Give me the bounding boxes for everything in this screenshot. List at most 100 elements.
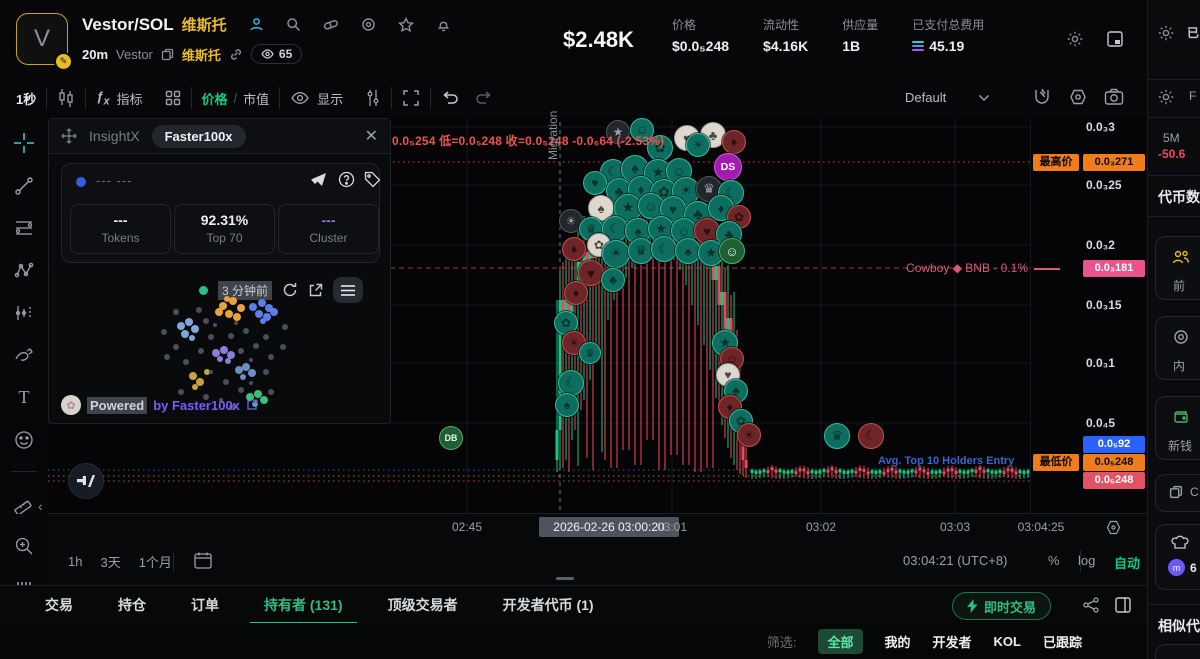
brush-tool-icon[interactable]: [12, 344, 36, 365]
pill-icon[interactable]: [323, 17, 339, 32]
time-axis[interactable]: 2026-02-26 03:00:20 02:45 03:01 03:02 03:03…: [48, 513, 1147, 541]
go-to-date-icon[interactable]: [193, 551, 213, 571]
sidebar-card-fresh-wallets[interactable]: 新钱: [1155, 396, 1200, 460]
emoji-tool-icon[interactable]: [12, 429, 36, 450]
filter-option-我的[interactable]: 我的: [885, 632, 911, 651]
holder-avatar-bubble[interactable]: ☾: [558, 370, 584, 396]
sidebar-card-insiders[interactable]: 内: [1155, 316, 1200, 380]
zoom-in-tool-icon[interactable]: [12, 535, 36, 556]
holder-avatar-bubble[interactable]: DB: [439, 426, 463, 450]
watchers-pill[interactable]: 65: [250, 44, 303, 64]
price-axis[interactable]: 0.0₃3 0.0₃25 0.0₃2 0.0₃15 0.0₃1 0.0₄5 最高价 0.0₃2…: [1030, 118, 1148, 513]
insightx-stat-Cluster[interactable]: --- Cluster: [278, 204, 379, 254]
price-mode-button[interactable]: 价格: [202, 89, 228, 108]
holder-avatar-bubble[interactable]: ♛: [628, 238, 654, 264]
holder-avatar-bubble[interactable]: ☀: [737, 423, 761, 447]
insightx-stat-Tokens[interactable]: --- Tokens: [70, 204, 171, 254]
alert-bell-icon[interactable]: [436, 17, 451, 32]
fib-tool-icon[interactable]: [12, 217, 36, 238]
crosshair-tool-icon[interactable]: [12, 132, 36, 154]
holder-avatar-bubble[interactable]: DS: [714, 153, 742, 181]
tab-交易[interactable]: 交易: [45, 586, 73, 624]
tab-开发者代币 (1)[interactable]: 开发者代币 (1): [503, 586, 594, 624]
tag-icon[interactable]: [364, 171, 381, 188]
weak-magnet-icon[interactable]: [1068, 87, 1088, 107]
forecast-tool-icon[interactable]: [12, 302, 36, 323]
holder-avatar-bubble[interactable]: ☺: [719, 238, 745, 264]
sidebar-gear2-icon[interactable]: [1157, 88, 1175, 106]
resize-drag-handle[interactable]: [556, 577, 574, 580]
link-icon[interactable]: [229, 48, 243, 61]
holder-avatar-bubble[interactable]: ☾: [651, 236, 677, 262]
axis-settings-hexagon-icon[interactable]: [1105, 519, 1122, 536]
filter-option-已跟踪[interactable]: 已跟踪: [1043, 632, 1082, 651]
share-nodes-icon[interactable]: [1082, 596, 1100, 614]
collapse-panel-chevron[interactable]: ‹: [38, 498, 43, 514]
layout-template-select[interactable]: Default: [905, 90, 946, 105]
holder-avatar-bubble[interactable]: ♛: [579, 342, 601, 364]
filter-option-全部[interactable]: 全部: [818, 628, 863, 654]
holder-avatar-bubble[interactable]: ♥: [583, 171, 607, 195]
alert-line-label[interactable]: Cowboy ◆ BNB · 0.1%: [906, 261, 1028, 275]
layout-panel-icon[interactable]: [1106, 30, 1124, 48]
trendline-tool-icon[interactable]: [12, 175, 36, 196]
screenshot-camera-icon[interactable]: [1104, 88, 1124, 106]
holder-avatar-bubble[interactable]: ♦: [722, 130, 746, 154]
chevron-down-icon[interactable]: [978, 94, 990, 102]
filter-option-开发者[interactable]: 开发者: [933, 632, 972, 651]
favorite-star-icon[interactable]: [397, 17, 414, 32]
insightx-stat-Top 70[interactable]: 92.31% Top 70: [174, 204, 275, 254]
holder-avatar-bubble[interactable]: ♛: [824, 423, 850, 449]
emblem-icon[interactable]: [361, 17, 376, 32]
holder-avatar-bubble[interactable]: ♠: [555, 393, 579, 417]
candle-style-icon[interactable]: [57, 88, 75, 108]
sidebar-card-top-holders[interactable]: 前: [1155, 236, 1200, 300]
range-button[interactable]: 3天: [100, 552, 120, 571]
mcap-mode-button[interactable]: 市值: [243, 89, 269, 108]
indicators-button[interactable]: 指标: [117, 89, 143, 108]
object-tree-icon[interactable]: [365, 89, 381, 107]
holder-avatar-bubble[interactable]: ☾: [858, 423, 884, 449]
fullscreen-icon[interactable]: [402, 89, 420, 107]
powered-by-link[interactable]: by Faster100x: [153, 398, 240, 413]
holder-avatar-bubble[interactable]: ☀: [686, 133, 710, 157]
range-button[interactable]: 1个月: [139, 552, 172, 571]
filter-option-KOL[interactable]: KOL: [994, 634, 1021, 649]
settings-gear-icon[interactable]: [1066, 30, 1084, 48]
text-tool-icon[interactable]: T: [12, 387, 36, 408]
faster100x-tab[interactable]: Faster100x: [151, 124, 246, 148]
range-button[interactable]: 1h: [68, 554, 82, 569]
percent-scale-button[interactable]: %: [1048, 553, 1060, 568]
tab-持有者 (131)[interactable]: 持有者 (131): [250, 586, 357, 624]
search-icon[interactable]: [286, 17, 301, 32]
holder-avatar-bubble[interactable]: ♦: [562, 237, 586, 261]
tab-订单[interactable]: 订单: [191, 586, 219, 624]
holder-avatar-bubble[interactable]: ♦: [564, 281, 588, 305]
profile-icon[interactable]: [249, 17, 264, 32]
insightx-header[interactable]: InsightX Faster100x ✕: [49, 119, 390, 154]
redo-icon[interactable]: [475, 91, 493, 105]
tab-顶级交易者[interactable]: 顶级交易者: [388, 586, 458, 624]
bubble-map[interactable]: [49, 269, 392, 410]
holder-avatar-bubble[interactable]: ☀: [602, 240, 630, 268]
copy-icon[interactable]: [161, 48, 174, 61]
move-icon[interactable]: [61, 128, 77, 144]
log-scale-button[interactable]: log: [1078, 553, 1095, 568]
close-icon[interactable]: ✕: [365, 126, 378, 146]
sidebar-card-chef[interactable]: m 6: [1155, 524, 1200, 590]
measure-tool-icon[interactable]: [12, 493, 36, 514]
pattern-tool-icon[interactable]: [12, 260, 36, 281]
tradingview-logo[interactable]: [68, 463, 104, 499]
holder-avatar-bubble[interactable]: ♣: [601, 268, 625, 292]
help-icon[interactable]: [338, 171, 355, 188]
sidebar-gear-icon[interactable]: [1157, 24, 1175, 42]
compare-grid-icon[interactable]: [165, 90, 181, 106]
auto-scale-button[interactable]: 自动: [1114, 553, 1140, 572]
interval-button[interactable]: 1秒: [16, 89, 36, 108]
tab-持仓[interactable]: 持仓: [118, 586, 146, 624]
clock-readout[interactable]: 03:04:21 (UTC+8): [903, 553, 1007, 568]
panel-toggle-icon[interactable]: [1114, 596, 1132, 614]
instant-trade-button[interactable]: 即时交易: [952, 592, 1052, 620]
sidebar-card-similar[interactable]: [1155, 644, 1200, 659]
sidebar-card-copy[interactable]: C: [1155, 474, 1200, 512]
